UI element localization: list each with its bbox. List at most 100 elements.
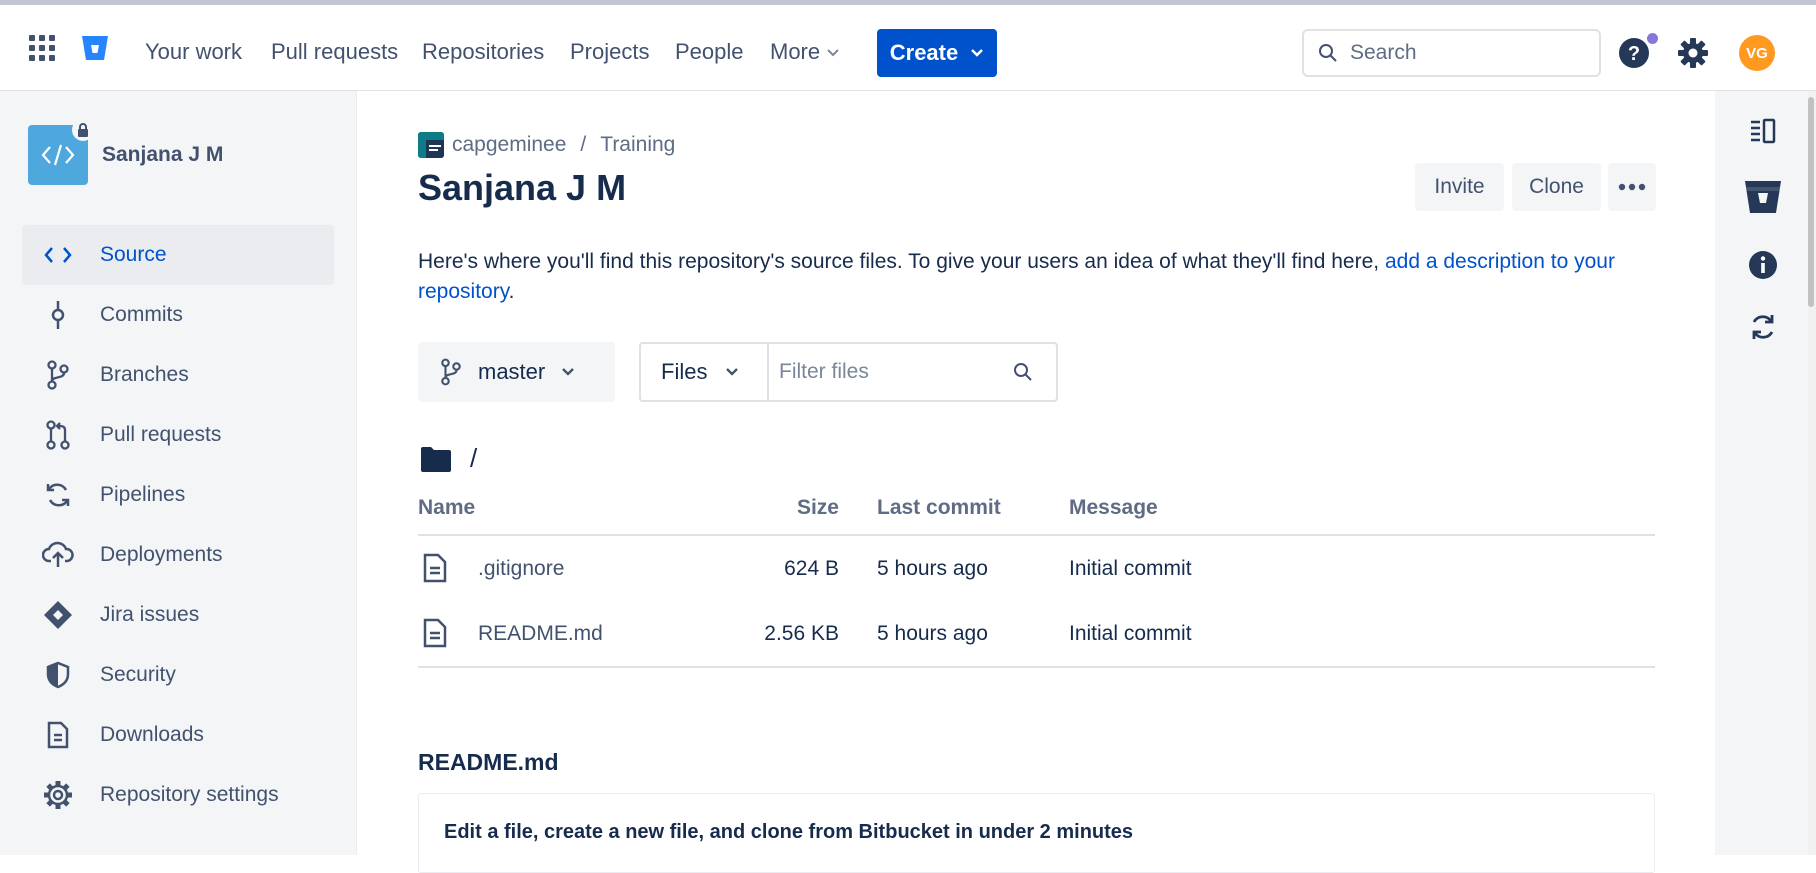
sidebar-item-label: Jira issues <box>100 603 200 626</box>
svg-text:?: ? <box>1628 43 1640 65</box>
more-actions-button[interactable] <box>1608 163 1656 211</box>
app-switcher-icon[interactable] <box>28 34 56 62</box>
sidebar-item-branches[interactable]: Branches <box>22 345 334 405</box>
nav-people[interactable]: People <box>675 39 744 65</box>
sidebar-item-security[interactable]: Security <box>22 645 334 705</box>
jira-icon <box>42 599 74 631</box>
column-header-last-commit[interactable]: Last commit <box>877 496 1001 520</box>
sidebar-item-label: Pull requests <box>100 423 222 446</box>
chevron-down-icon <box>726 368 739 376</box>
breadcrumb-workspace[interactable]: capgeminee <box>452 133 566 157</box>
branch-selector[interactable]: master <box>418 342 615 402</box>
column-header-name[interactable]: Name <box>418 496 475 520</box>
nav-pull-requests[interactable]: Pull requests <box>271 39 398 65</box>
folder-icon <box>421 446 451 472</box>
branch-name: master <box>478 359 546 384</box>
breadcrumb-separator: / <box>580 133 587 156</box>
sidebar-item-label: Repository settings <box>100 783 279 806</box>
repository-sidebar: Sanjana J M Source Commits Branches Pull… <box>0 91 357 855</box>
gear-icon <box>42 779 74 811</box>
page-scrollbar[interactable] <box>1808 91 1816 855</box>
repository-description: Here's where you'll find this repository… <box>418 247 1658 307</box>
search-field[interactable] <box>1302 29 1601 77</box>
column-header-size[interactable]: Size <box>797 496 839 520</box>
files-type-select[interactable]: Files <box>641 344 769 400</box>
readme-title: README.md <box>418 749 559 775</box>
readme-content: Edit a file, create a new file, and clon… <box>418 793 1655 873</box>
sidebar-item-repository-settings[interactable]: Repository settings <box>22 765 334 825</box>
top-navigation: Your work Pull requests Repositories Pro… <box>0 0 1816 91</box>
path-text: / <box>470 443 478 473</box>
readme-heading: Edit a file, create a new file, and clon… <box>444 821 1134 843</box>
file-commit-message[interactable]: Initial commit <box>1069 622 1192 646</box>
scrollbar-thumb[interactable] <box>1808 97 1814 307</box>
description-text: Here's where you'll find this repository… <box>418 250 1385 273</box>
settings-gear-icon[interactable] <box>1677 37 1709 69</box>
commit-icon <box>42 299 74 331</box>
nav-projects[interactable]: Projects <box>570 39 649 65</box>
notification-dot <box>1647 33 1658 44</box>
file-icon <box>423 618 447 648</box>
sidebar-item-label: Commits <box>100 303 183 326</box>
sidebar-item-deployments[interactable]: Deployments <box>22 525 334 585</box>
sidebar-item-downloads[interactable]: Downloads <box>22 705 334 765</box>
sidebar-item-pull-requests[interactable]: Pull requests <box>22 405 334 465</box>
sidebar-item-jira-issues[interactable]: Jira issues <box>22 585 334 645</box>
file-size: 2.56 KB <box>764 622 839 645</box>
filter-files-input[interactable] <box>779 360 1009 384</box>
file-last-commit: 5 hours ago <box>877 557 988 580</box>
table-header-divider <box>418 534 1655 536</box>
sidebar-item-commits[interactable]: Commits <box>22 285 334 345</box>
page-title: Sanjana J M <box>418 167 627 208</box>
nav-repositories[interactable]: Repositories <box>422 39 544 65</box>
table-row[interactable]: .gitignore 624 B 5 hours ago Initial com… <box>418 537 1655 601</box>
nav-more-label: More <box>770 39 821 64</box>
file-name-link[interactable]: README.md <box>478 622 603 646</box>
files-select-label: Files <box>661 359 708 384</box>
sidebar-item-label: Pipelines <box>100 483 186 506</box>
info-icon[interactable] <box>1745 247 1781 283</box>
user-avatar[interactable]: VG <box>1739 35 1775 71</box>
code-icon <box>41 144 75 166</box>
file-icon <box>42 719 74 751</box>
project-avatar-icon <box>418 132 444 158</box>
file-filter: Files <box>639 342 1058 402</box>
table-row[interactable]: README.md 2.56 KB 5 hours ago Initial co… <box>418 602 1655 666</box>
help-icon[interactable]: ? <box>1618 37 1650 69</box>
sidebar-item-label: Source <box>100 243 167 266</box>
sidebar-repo-name: Sanjana J M <box>102 143 224 166</box>
pull-request-icon <box>42 419 74 451</box>
file-commit-message[interactable]: Initial commit <box>1069 557 1192 581</box>
invite-button[interactable]: Invite <box>1415 163 1504 211</box>
shield-icon <box>42 659 74 691</box>
bitbucket-logo-icon[interactable] <box>80 33 110 63</box>
create-button[interactable]: Create <box>877 29 997 77</box>
right-rail <box>1715 91 1816 855</box>
toggle-panel-icon[interactable] <box>1745 113 1781 149</box>
breadcrumb-project[interactable]: Training <box>600 133 675 157</box>
nav-more-menu[interactable]: More <box>770 39 840 65</box>
file-name-link[interactable]: .gitignore <box>478 557 564 581</box>
pipelines-icon <box>42 479 74 511</box>
sidebar-item-label: Branches <box>100 363 189 386</box>
clone-button[interactable]: Clone <box>1512 163 1601 211</box>
cloud-upload-icon <box>42 539 74 571</box>
chevron-down-icon <box>562 368 575 376</box>
branch-icon <box>42 359 74 391</box>
file-size: 624 B <box>784 557 839 580</box>
sidebar-item-pipelines[interactable]: Pipelines <box>22 465 334 525</box>
sidebar-repo-header[interactable]: Sanjana J M <box>28 119 224 185</box>
table-bottom-divider <box>418 666 1655 668</box>
nav-your-work[interactable]: Your work <box>145 39 242 65</box>
file-last-commit: 5 hours ago <box>877 622 988 645</box>
search-icon[interactable] <box>1013 362 1033 382</box>
search-icon <box>1319 44 1337 62</box>
bitbucket-icon[interactable] <box>1743 177 1783 217</box>
column-header-message[interactable]: Message <box>1069 496 1158 520</box>
sidebar-item-label: Downloads <box>100 723 204 746</box>
sync-icon[interactable] <box>1745 309 1781 345</box>
lock-icon <box>72 119 94 141</box>
repo-avatar <box>28 119 94 185</box>
search-input[interactable] <box>1350 41 1570 65</box>
sidebar-item-source[interactable]: Source <box>22 225 334 285</box>
